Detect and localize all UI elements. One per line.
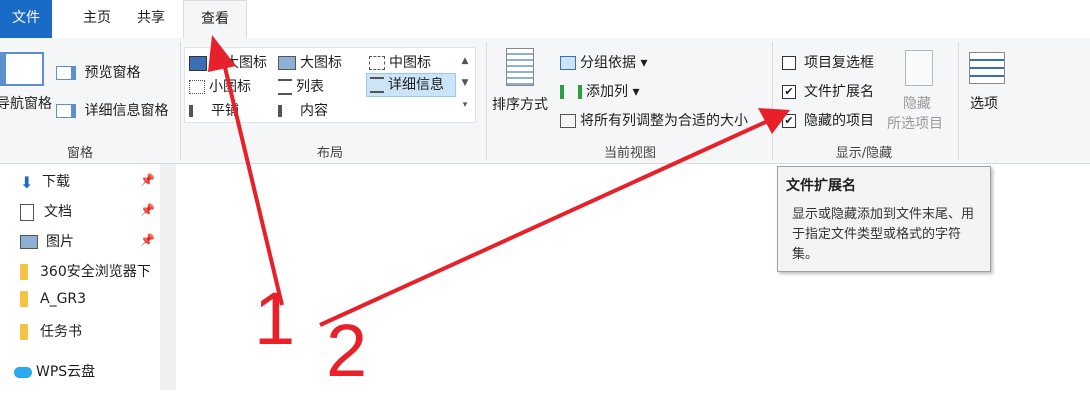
annotation-arrow-2 [319,108,790,327]
annotation-arrow-1 [208,35,284,306]
annotation-number-2: 2 [326,309,368,392]
annotation-overlay [208,35,790,327]
annotation-number-1: 1 [254,277,296,360]
